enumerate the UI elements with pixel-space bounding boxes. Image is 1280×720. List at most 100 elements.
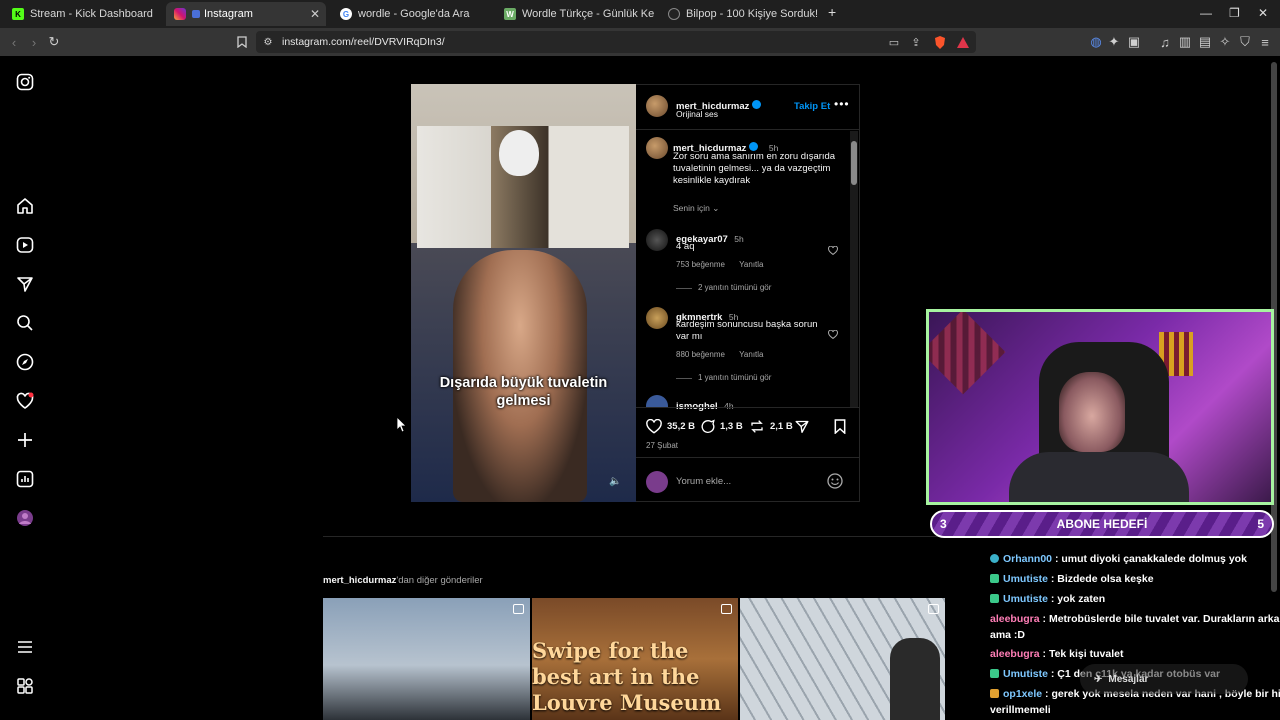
- site-info-icon[interactable]: ⚙: [260, 34, 276, 50]
- comment-avatar[interactable]: [646, 229, 668, 251]
- like-action[interactable]: 35,2 B: [646, 419, 695, 434]
- also-from-meta-icon[interactable]: [16, 677, 34, 695]
- comment-like-heart-icon[interactable]: [828, 326, 838, 344]
- dashboard-icon[interactable]: [16, 470, 34, 488]
- back-icon[interactable]: ‹: [6, 34, 22, 50]
- reel-video[interactable]: Dışarıda büyük tuvaletin gelmesi 🔈: [411, 84, 636, 502]
- view-replies-button[interactable]: 1 yanıtın tümünü gör: [698, 373, 771, 382]
- reels-icon[interactable]: [16, 236, 34, 254]
- author-avatar[interactable]: [646, 95, 668, 117]
- brave-rewards-icon[interactable]: [955, 34, 971, 50]
- share-icon[interactable]: [794, 419, 810, 439]
- leo-ai-icon[interactable]: ✧: [1217, 34, 1233, 50]
- sidebar-toggle-icon[interactable]: ▥: [1177, 34, 1193, 50]
- reel-indicator-icon: [928, 604, 939, 614]
- likes-count[interactable]: 35,2 B: [667, 421, 695, 432]
- tab-bilpop[interactable]: Bilpop - 100 Kişiye Sorduk!: [660, 2, 820, 26]
- more-options-icon[interactable]: •••: [834, 97, 850, 111]
- new-tab-button[interactable]: +: [828, 4, 836, 20]
- close-window-button[interactable]: ✕: [1258, 6, 1268, 20]
- chat-badge-icon: [990, 689, 999, 698]
- notifications-heart-icon[interactable]: [16, 392, 34, 410]
- view-replies-button[interactable]: 2 yanıtın tümünü gör: [698, 283, 771, 292]
- home-icon[interactable]: [16, 197, 34, 215]
- chat-badge-icon: [990, 594, 999, 603]
- tab-google-wordle[interactable]: G wordle - Google'da Ara: [332, 2, 492, 26]
- extension-counter-icon[interactable]: ◍: [1088, 34, 1104, 50]
- repost-action[interactable]: 2,1 B: [749, 419, 793, 434]
- bookmark-icon[interactable]: [234, 34, 250, 50]
- more-posts-user[interactable]: mert_hicdurmaz: [323, 575, 396, 586]
- post-date: 27 Şubat: [646, 441, 679, 450]
- divider: [636, 129, 860, 130]
- more-post-thumbnail[interactable]: [740, 598, 945, 720]
- comment-bubble-icon[interactable]: [700, 419, 716, 434]
- forward-icon[interactable]: ›: [26, 34, 42, 50]
- reply-button[interactable]: Yanıtla: [739, 350, 763, 359]
- follow-button[interactable]: Takip Et: [794, 101, 830, 112]
- person-in-thumbnail: [890, 638, 940, 720]
- comment-meta: 753 beğenme Yanıtla: [676, 260, 763, 269]
- replies-line: [676, 378, 692, 379]
- instagram-logo-icon[interactable]: [16, 73, 34, 91]
- emoji-icon[interactable]: [827, 473, 843, 494]
- chat-message: aleebugra : Metrobüslerde bile tuvalet v…: [990, 613, 1280, 625]
- kick-favicon-icon: K: [12, 8, 24, 20]
- chat-text: verillmemeli: [990, 704, 1051, 716]
- comment-avatar[interactable]: [646, 395, 668, 407]
- wallet-icon[interactable]: ▤: [1197, 34, 1213, 50]
- create-icon[interactable]: [16, 431, 34, 449]
- reply-button[interactable]: Yanıtla: [739, 260, 763, 269]
- instagram-favicon-icon: [174, 8, 186, 20]
- scrollbar-thumb[interactable]: [851, 141, 857, 185]
- profile-avatar[interactable]: [16, 509, 34, 527]
- goal-current: 3: [940, 517, 947, 531]
- tab-wordle-turkce[interactable]: W Wordle Türkçe - Günlük Kelime Oyunu: [496, 2, 654, 26]
- chat-message-continued: ama :D: [990, 629, 1025, 641]
- comment-likes[interactable]: 753 beğenme: [676, 260, 725, 269]
- comment-avatar[interactable]: [646, 307, 668, 329]
- maximize-button[interactable]: ❐: [1229, 6, 1240, 20]
- reload-icon[interactable]: ↻: [46, 34, 62, 50]
- chat-badge-icon: [990, 669, 999, 678]
- goal-target: 5: [1257, 517, 1264, 531]
- minimize-button[interactable]: —: [1200, 6, 1212, 20]
- audio-label[interactable]: Orijinal ses: [676, 109, 718, 119]
- goal-label: ABONE HEDEFİ: [1056, 517, 1148, 531]
- comment-input[interactable]: Yorum ekle...: [676, 476, 731, 487]
- volume-icon[interactable]: 🔈: [609, 476, 621, 487]
- media-icon[interactable]: ♫: [1157, 34, 1173, 50]
- chat-username: aleebugra: [990, 648, 1040, 660]
- wall-rug: [929, 312, 1006, 395]
- menu-icon[interactable]: ≡: [1257, 34, 1273, 50]
- more-post-thumbnail[interactable]: [323, 598, 530, 720]
- chat-badge-icon: [990, 554, 999, 563]
- search-icon[interactable]: [16, 314, 34, 332]
- direct-messages-icon[interactable]: [16, 275, 34, 293]
- chat-username: op1xele: [1003, 688, 1043, 700]
- like-heart-icon[interactable]: [646, 419, 662, 434]
- repost-icon[interactable]: [749, 419, 765, 434]
- more-menu-icon[interactable]: [16, 638, 34, 656]
- explore-icon[interactable]: [16, 353, 34, 371]
- verified-badge-icon: [749, 142, 759, 152]
- close-tab-icon[interactable]: ✕: [310, 7, 320, 21]
- vpn-icon[interactable]: ⛉: [1237, 34, 1253, 50]
- comment-likes[interactable]: 880 beğenme: [676, 350, 725, 359]
- screenshot-extension-icon[interactable]: ▣: [1126, 34, 1142, 50]
- tab-instagram[interactable]: Instagram ✕: [166, 2, 326, 26]
- brave-shield-icon[interactable]: [932, 34, 948, 50]
- comment-like-heart-icon[interactable]: [828, 242, 838, 260]
- comment-action[interactable]: 1,3 B: [700, 419, 743, 434]
- tab-kick-dashboard[interactable]: K Stream - Kick Dashboard: [4, 2, 164, 26]
- save-bookmark-icon[interactable]: [833, 419, 847, 439]
- url-text: instagram.com/reel/DVRVIRqDIn3/: [282, 36, 445, 48]
- chat-text: : umut diyoki çanakkalede dolmuş yok: [1054, 553, 1247, 565]
- extensions-puzzle-icon[interactable]: ✦: [1106, 34, 1122, 50]
- share-icon[interactable]: ⇪: [908, 34, 924, 50]
- messages-button[interactable]: ✈ Mesajlar: [1080, 664, 1248, 694]
- sort-comments-dropdown[interactable]: Senin için ⌄: [673, 203, 719, 214]
- post-author-avatar[interactable]: [646, 137, 668, 159]
- cast-icon[interactable]: ▭: [886, 34, 902, 50]
- more-post-thumbnail[interactable]: Swipe for the best art in the Louvre Mus…: [532, 598, 738, 720]
